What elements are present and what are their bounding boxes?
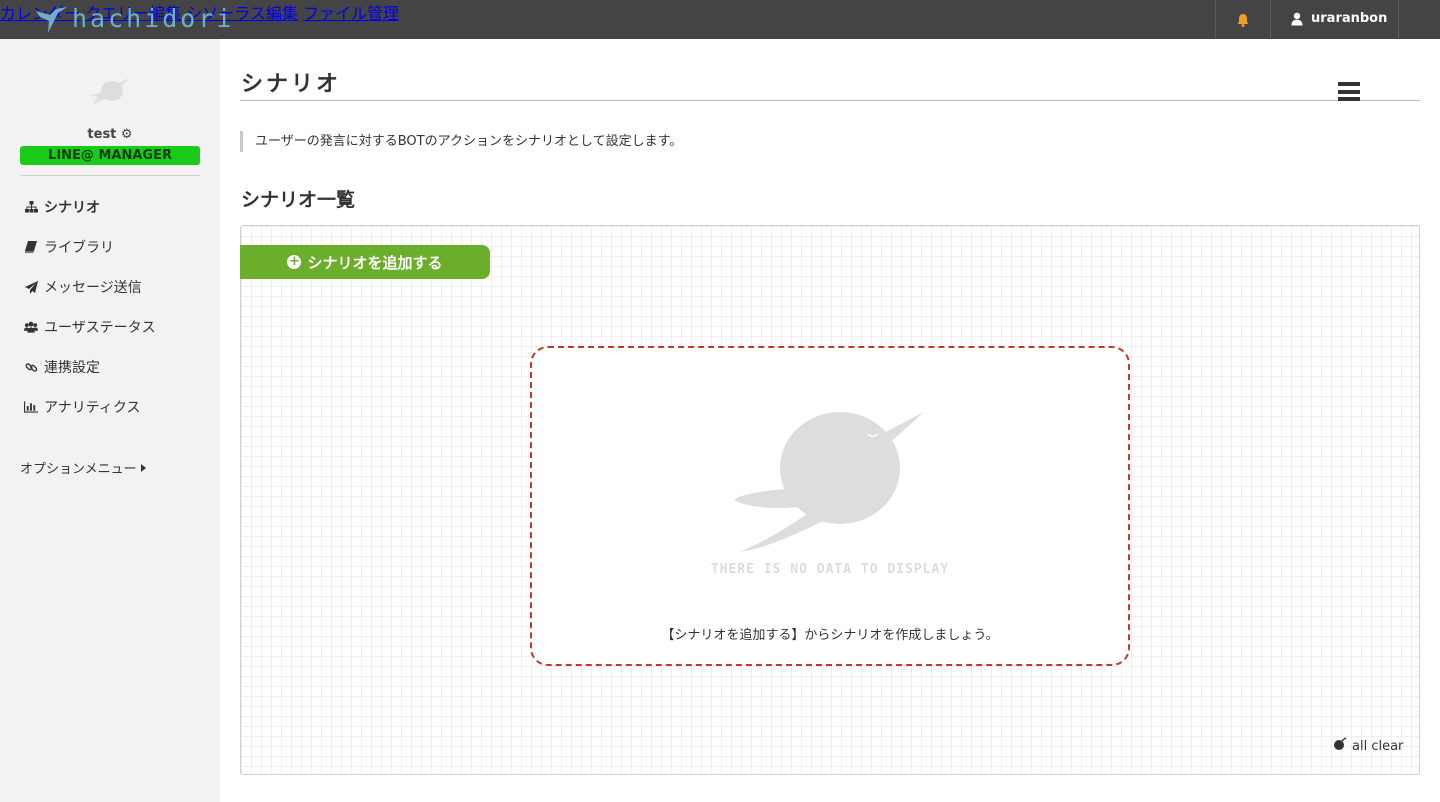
page-description: ユーザーの発言に対するBOTのアクションをシナリオとして設定します。 xyxy=(240,131,682,152)
bird-logo-icon xyxy=(90,78,130,105)
bomb-icon xyxy=(1333,737,1347,755)
add-scenario-button[interactable]: + シナリオを追加する xyxy=(240,245,490,279)
caret-right-icon xyxy=(140,463,146,472)
book-icon xyxy=(24,240,38,254)
page-title: シナリオ xyxy=(241,72,342,97)
sidebar-item-label: アナリティクス xyxy=(44,400,141,416)
user-menu[interactable]: uraranbon xyxy=(1291,11,1387,26)
link-icon xyxy=(24,360,38,374)
users-icon xyxy=(24,320,38,334)
brand-name: hachidori xyxy=(72,4,235,33)
gear-icon[interactable]: ⚙ xyxy=(121,127,133,142)
sidebar-item-label: シナリオ xyxy=(44,200,100,216)
sidebar-item-library[interactable]: ライブラリ xyxy=(24,237,114,257)
hamburger-menu-icon[interactable] xyxy=(1338,82,1360,101)
plus-circle-icon: + xyxy=(287,254,302,269)
all-clear-label: all clear xyxy=(1352,738,1404,754)
all-clear-button[interactable]: all clear xyxy=(1333,737,1403,755)
sidebar-item-label: メッセージ送信 xyxy=(44,280,142,296)
notification-button[interactable] xyxy=(1236,12,1250,31)
sidebar-item-scenario[interactable]: シナリオ xyxy=(24,197,100,217)
section-title: シナリオ一覧 xyxy=(241,189,356,211)
sitemap-icon xyxy=(24,200,38,214)
line-manager-badge[interactable]: LINE@ MANAGER xyxy=(20,146,200,165)
option-menu-label: オプションメニュー xyxy=(20,462,137,477)
sidebar-divider xyxy=(20,175,200,176)
empty-state-message: 【シナリオを追加する】からシナリオを作成しましょう。 xyxy=(661,628,999,643)
sidebar-item-analytics[interactable]: アナリティクス xyxy=(24,397,140,417)
empty-state-bird xyxy=(728,408,928,560)
nav-divider xyxy=(1398,0,1399,39)
sidebar-item-message-send[interactable]: メッセージ送信 xyxy=(24,277,142,297)
add-scenario-label: シナリオを追加する xyxy=(307,253,443,272)
paper-plane-icon xyxy=(24,280,38,294)
sidebar-item-integration[interactable]: 連携設定 xyxy=(24,357,100,377)
nav-file-management[interactable]: ファイル管理 xyxy=(303,4,399,23)
sidebar-item-label: 連携設定 xyxy=(44,360,100,376)
account-label: test xyxy=(87,127,117,142)
sidebar-item-label: ユーザステータス xyxy=(44,320,156,336)
brand-logo[interactable]: hachidori xyxy=(34,4,234,34)
top-bar: hachidori カレンダー クエリー編集 シソーラス編集 ファイル管理 ur… xyxy=(0,0,1440,39)
user-icon xyxy=(1291,12,1303,25)
username: uraranbon xyxy=(1311,11,1388,26)
nav-divider xyxy=(1215,0,1216,39)
sidebar: test ⚙ LINE@ MANAGER シナリオ ライブラリ メッセージ送信 … xyxy=(0,39,220,802)
bell-icon xyxy=(1237,14,1249,27)
account-avatar xyxy=(86,73,134,117)
bar-chart-icon xyxy=(24,400,38,414)
sidebar-item-user-status[interactable]: ユーザステータス xyxy=(24,317,156,337)
nav-divider xyxy=(1270,0,1271,39)
hummingbird-icon xyxy=(36,7,67,33)
title-divider xyxy=(240,100,1420,101)
option-menu[interactable]: オプションメニュー xyxy=(20,458,146,477)
sidebar-item-label: ライブラリ xyxy=(44,240,114,256)
account-name[interactable]: test ⚙ xyxy=(0,127,220,142)
bird-illustration-icon xyxy=(734,412,924,552)
empty-state-caption: THERE IS NO DATA TO DISPLAY xyxy=(710,562,950,577)
